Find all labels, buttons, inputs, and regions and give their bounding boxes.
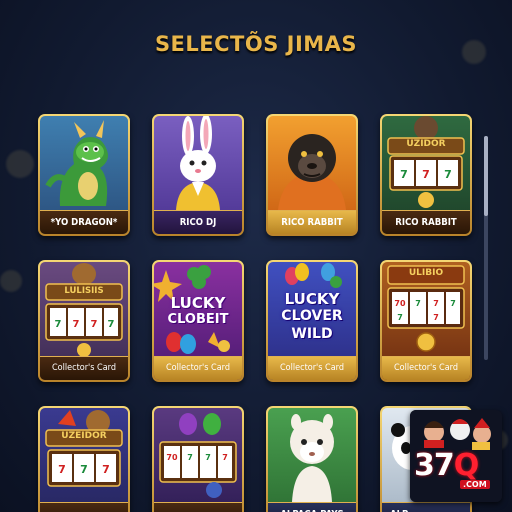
svg-text:7: 7 (58, 463, 66, 476)
scrollbar-thumb[interactable] (484, 136, 488, 216)
game-card-rico-rabbit[interactable]: RICO RABBIT (266, 114, 358, 236)
svg-text:7: 7 (187, 453, 193, 462)
rabbit-art (154, 116, 242, 210)
game-card-rico-rabbit-slots[interactable]: 7 7 7 UZIDOR RICO RABBIT (380, 114, 472, 236)
svg-text:7: 7 (444, 168, 452, 181)
game-label: RICO RABBIT (382, 210, 470, 234)
game-card-balloon-slots[interactable]: 70 7 7 7 (152, 406, 244, 512)
gorilla-art (268, 116, 356, 210)
brand-logo: 37Q .COM (410, 410, 502, 502)
svg-text:7: 7 (108, 319, 115, 330)
game-label: Collector's Card (268, 356, 356, 380)
game-label: Collector's Card (382, 356, 470, 380)
svg-text:7: 7 (433, 299, 439, 308)
svg-text:7: 7 (91, 319, 98, 330)
slot-machine-art: 7 7 7 UZIDOR (382, 116, 470, 210)
svg-text:7: 7 (222, 453, 228, 462)
svg-text:7: 7 (450, 299, 456, 308)
art-title: UZEIDOR (61, 431, 107, 441)
game-card-collectors-card-3[interactable]: LUCKY CLOVER WILD Collector's Card (266, 260, 358, 382)
slot-machine-art: 70 7 7 7 (154, 408, 242, 502)
background-coin (0, 270, 22, 292)
art-title-line-1: LUCKY (170, 294, 226, 312)
game-label: ALPACA PAYS (268, 502, 356, 512)
game-card-collectors-card-2[interactable]: LUCKY CLOBEIT Collector's Card (152, 260, 244, 382)
svg-text:7: 7 (102, 463, 110, 476)
svg-text:7: 7 (205, 453, 211, 462)
background-coin (6, 150, 34, 178)
slot-machine-art: 70 7 7 7 7 7 ULIBIO (382, 262, 470, 356)
game-label: Collector's Card (40, 356, 128, 380)
logo-number: 37Q (414, 448, 479, 483)
svg-text:70: 70 (166, 453, 178, 462)
game-label (154, 502, 242, 512)
art-title-line-2: CLOBEIT (167, 312, 229, 327)
art-title: ULIBIO (408, 268, 444, 278)
logo-domain-suffix: .COM (460, 480, 490, 489)
lucky-clover-wild-art: LUCKY CLOVER WILD (268, 262, 356, 356)
scrollbar[interactable] (484, 136, 488, 360)
game-label: Collector's Card (154, 356, 242, 380)
game-card-collectors-card-1[interactable]: 7 7 7 7 LULISIIS Collector's Card (38, 260, 130, 382)
game-label: RICO RABBIT (268, 210, 356, 234)
page-title: SELECTÕS JIMAS (154, 32, 358, 56)
game-card-rico-dj[interactable]: RICO DJ (152, 114, 244, 236)
game-label: RICO DJ (154, 210, 242, 234)
slot-machine-art: 7 7 7 7 LULISIIS (40, 262, 128, 356)
game-card-collectors-card-4[interactable]: 70 7 7 7 7 7 ULIBIO Collector's Card (380, 260, 472, 382)
svg-text:7: 7 (422, 168, 430, 181)
dragon-art (40, 116, 128, 210)
alpaca-art (268, 408, 356, 502)
svg-text:7: 7 (80, 463, 88, 476)
art-title: UZIDOR (406, 139, 446, 149)
svg-text:7: 7 (400, 168, 408, 181)
game-label: ALP (382, 502, 470, 512)
art-title-line-3: WILD (291, 326, 333, 342)
game-label: *YO DRAGON* (40, 210, 128, 234)
game-card-uzeidor[interactable]: 7 7 7 UZEIDOR (38, 406, 130, 512)
art-title: LULISIIS (64, 286, 104, 296)
svg-text:7: 7 (73, 319, 80, 330)
svg-text:7: 7 (433, 313, 439, 322)
art-title-line-2: CLOVER (281, 308, 343, 324)
svg-text:7: 7 (415, 299, 421, 308)
art-title-line-1: LUCKY (284, 290, 340, 308)
game-card-alpaca-pays[interactable]: ALPACA PAYS (266, 406, 358, 512)
svg-text:7: 7 (397, 313, 403, 322)
svg-text:70: 70 (394, 299, 406, 308)
game-card-yo-dragon[interactable]: *YO DRAGON* (38, 114, 130, 236)
svg-text:7: 7 (55, 319, 62, 330)
slot-machine-art: 7 7 7 UZEIDOR (40, 408, 128, 502)
lucky-clover-art: LUCKY CLOBEIT (154, 262, 242, 356)
game-label (40, 502, 128, 512)
